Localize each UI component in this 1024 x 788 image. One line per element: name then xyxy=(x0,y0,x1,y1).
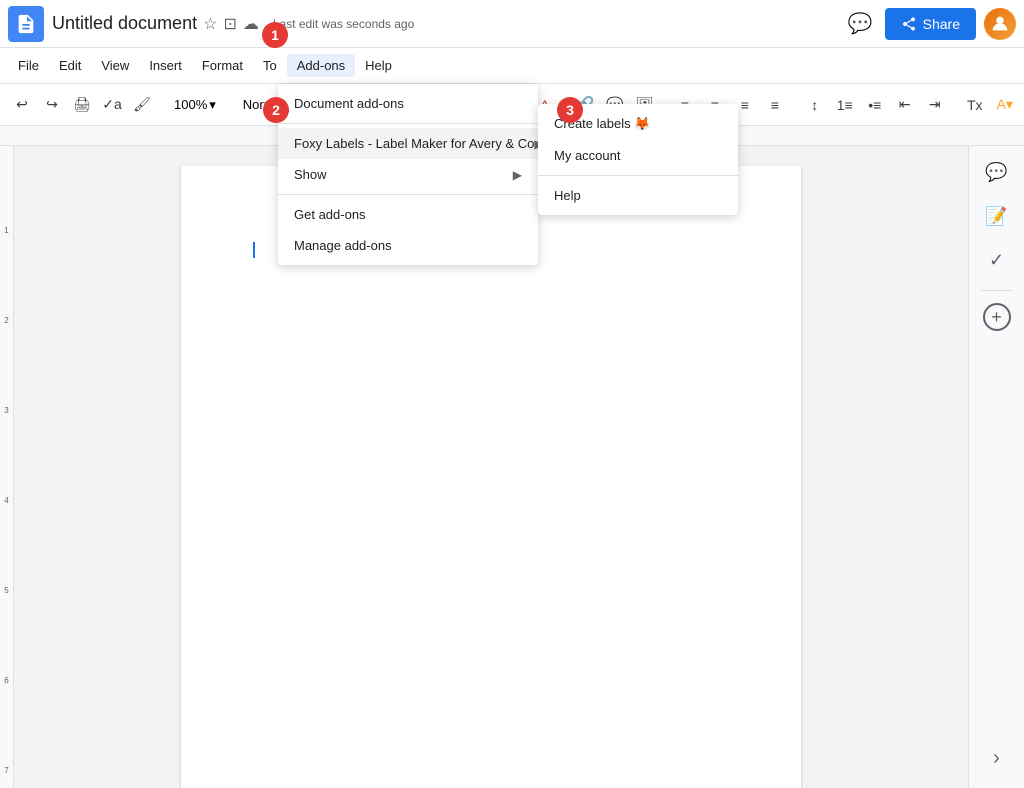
menu-format[interactable]: Format xyxy=(192,54,253,77)
show-label: Show xyxy=(294,167,327,182)
document-title[interactable]: Untitled document xyxy=(52,13,197,34)
zoom-selector[interactable]: 100% ▾ xyxy=(168,95,222,115)
left-margin-ruler: 1 2 3 4 5 6 7 xyxy=(0,146,14,788)
doc-addons-item[interactable]: Document add-ons xyxy=(278,88,538,119)
dropdown-separator-2 xyxy=(278,194,538,195)
dropdown-separator-1 xyxy=(278,123,538,124)
highlight-button[interactable]: A▾ xyxy=(991,91,1019,119)
redo-button[interactable]: ↪ xyxy=(38,91,66,119)
menu-help[interactable]: Help xyxy=(355,54,402,77)
create-labels-item[interactable]: Create labels 🦊 xyxy=(538,108,738,140)
sidebar-divider xyxy=(981,290,1013,291)
menu-edit[interactable]: Edit xyxy=(49,54,91,77)
get-addons-label: Get add-ons xyxy=(294,207,366,222)
last-edit-label: Last edit was seconds ago xyxy=(273,17,414,31)
menu-to[interactable]: To xyxy=(253,54,287,77)
title-bar: Untitled document ☆ ⊡ ☁ Last edit was se… xyxy=(0,0,1024,48)
spell-check-button[interactable]: ✓a xyxy=(98,91,126,119)
menu-file[interactable]: File xyxy=(8,54,49,77)
doc-title-row: Untitled document ☆ ⊡ ☁ Last edit was se… xyxy=(52,13,844,34)
sidebar-expand-button[interactable]: › xyxy=(993,747,1000,780)
numbered-list-button[interactable]: 1≡ xyxy=(831,91,859,119)
sidebar-icon-tasks[interactable]: ✓ xyxy=(979,242,1015,278)
show-item[interactable]: Show ▶ xyxy=(278,159,538,190)
show-submenu-arrow-icon: ▶ xyxy=(513,168,522,182)
foxy-help-item[interactable]: Help xyxy=(538,180,738,211)
bulleted-list-button[interactable]: •≡ xyxy=(861,91,889,119)
foxy-submenu-menu: Create labels 🦊 My account Help xyxy=(538,104,738,215)
foxy-separator xyxy=(538,175,738,176)
doc-addons-label: Document add-ons xyxy=(294,96,404,111)
undo-button[interactable]: ↩ xyxy=(8,91,36,119)
comment-button[interactable]: 💬 xyxy=(844,7,877,40)
increase-indent-button[interactable]: ⇥ xyxy=(921,91,949,119)
clear-format-button[interactable]: Tx xyxy=(961,91,989,119)
drive-icon[interactable]: ☁ xyxy=(243,14,259,34)
folder-icon[interactable]: ⊡ xyxy=(223,14,236,34)
my-account-item[interactable]: My account xyxy=(538,140,738,171)
foxy-labels-item[interactable]: Foxy Labels - Label Maker for Avery & Co… xyxy=(278,128,538,159)
star-icon[interactable]: ☆ xyxy=(203,14,217,34)
app-icon xyxy=(8,6,44,42)
print-button[interactable]: 🖨 xyxy=(68,91,96,119)
menu-view[interactable]: View xyxy=(91,54,139,77)
right-actions: 💬 Share xyxy=(844,7,1016,40)
right-sidebar: 💬 📝 ✓ + › xyxy=(968,146,1024,788)
zoom-dropdown-icon: ▾ xyxy=(209,97,216,113)
align-justify-button[interactable]: ≡ xyxy=(761,91,789,119)
decrease-indent-button[interactable]: ⇤ xyxy=(891,91,919,119)
user-avatar[interactable] xyxy=(984,8,1016,40)
foxy-labels-label: Foxy Labels - Label Maker for Avery & Co xyxy=(294,136,534,151)
zoom-value: 100% xyxy=(174,97,207,112)
manage-addons-label: Manage add-ons xyxy=(294,238,392,253)
paint-format-button[interactable]: 🖌 xyxy=(128,91,156,119)
line-spacing-button[interactable]: ↕ xyxy=(801,91,829,119)
share-button[interactable]: Share xyxy=(885,8,976,40)
sidebar-icon-chat[interactable]: 💬 xyxy=(979,154,1015,190)
my-account-label: My account xyxy=(554,148,620,163)
menu-bar: File Edit View Insert Format To Add-ons … xyxy=(0,48,1024,84)
share-label: Share xyxy=(923,16,960,32)
menu-insert[interactable]: Insert xyxy=(139,54,192,77)
get-addons-item[interactable]: Get add-ons xyxy=(278,199,538,230)
manage-addons-item[interactable]: Manage add-ons xyxy=(278,230,538,261)
addons-dropdown-menu: Document add-ons Foxy Labels - Label Mak… xyxy=(278,84,538,265)
doc-title-area: Untitled document ☆ ⊡ ☁ Last edit was se… xyxy=(52,13,844,34)
foxy-help-label: Help xyxy=(554,188,581,203)
create-labels-label: Create labels 🦊 xyxy=(554,116,650,132)
menu-addons[interactable]: Add-ons xyxy=(287,54,355,77)
sidebar-add-button[interactable]: + xyxy=(983,303,1011,331)
sidebar-icon-notes[interactable]: 📝 xyxy=(979,198,1015,234)
